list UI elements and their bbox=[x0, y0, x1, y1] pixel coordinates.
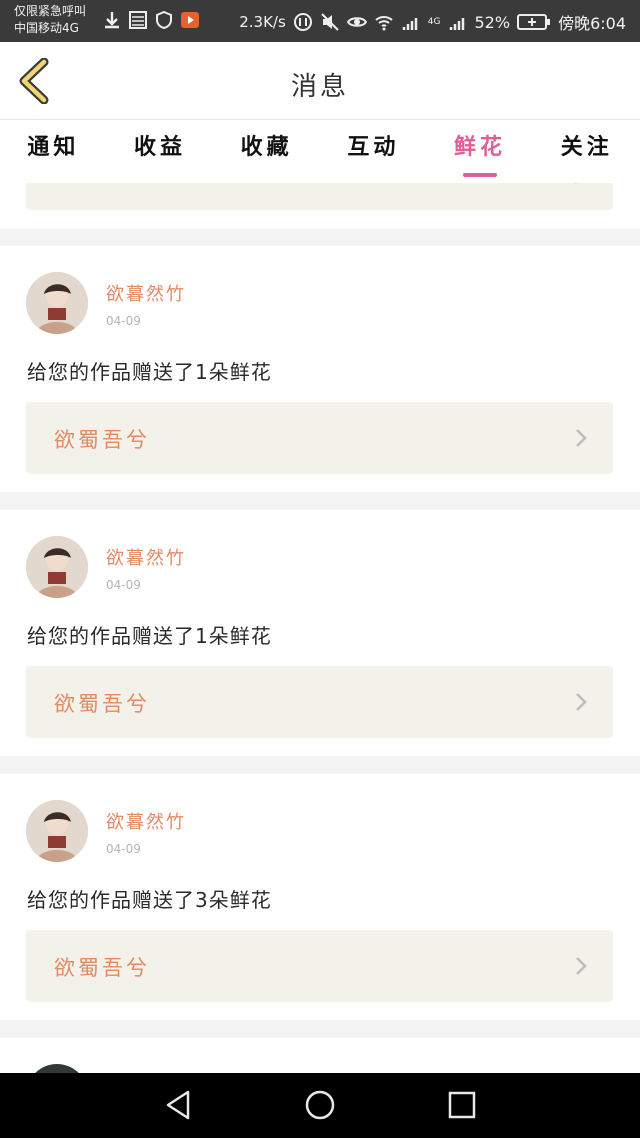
storage-icon bbox=[129, 11, 147, 29]
tab-favorites[interactable]: 收藏 bbox=[213, 121, 320, 183]
network-type: 4G bbox=[427, 17, 441, 27]
chevron-right-icon bbox=[576, 429, 587, 447]
message-text: 给您的作品赠送了1朵鲜花 bbox=[27, 360, 272, 384]
signal-icon bbox=[402, 18, 418, 30]
work-title: 欲蜀吾兮 bbox=[54, 956, 150, 980]
tab-label: 关注 bbox=[560, 135, 613, 160]
avatar[interactable] bbox=[26, 1064, 88, 1073]
tab-label: 互动 bbox=[347, 135, 400, 160]
carrier-info: 仅限紧急呼叫 中国移动4G bbox=[14, 3, 86, 37]
eye-icon bbox=[346, 17, 367, 27]
tab-following[interactable]: 关注 bbox=[533, 121, 640, 183]
battery-icon bbox=[517, 14, 551, 30]
work-title: 欲蜀吾兮 bbox=[54, 428, 150, 452]
list-item: 欲暮然竹 04-09 给您的作品赠送了1朵鲜花 欲蜀吾兮 bbox=[0, 246, 640, 492]
tab-earnings[interactable]: 收益 bbox=[107, 121, 214, 183]
chevron-right-icon bbox=[575, 183, 577, 184]
list-item: 欲暮然竹 04-09 给您的作品赠送了3朵鲜花 欲蜀吾兮 bbox=[0, 774, 640, 1020]
list-item: 欲暮然竹 04-09 给您的作品赠送了1朵鲜花 欲蜀吾兮 bbox=[0, 510, 640, 756]
wifi-icon bbox=[375, 16, 393, 31]
avatar[interactable] bbox=[26, 800, 88, 862]
tab-label: 收藏 bbox=[240, 135, 293, 160]
sender-name[interactable]: 欲暮然竹 bbox=[106, 280, 186, 306]
tab-interaction[interactable]: 互动 bbox=[320, 121, 427, 183]
avatar-image bbox=[26, 536, 88, 598]
shield-icon bbox=[156, 10, 172, 30]
work-card[interactable]: 欲蜀吾兮 bbox=[26, 930, 613, 1002]
message-date: 04-09 bbox=[106, 578, 141, 592]
nfc-icon bbox=[293, 13, 312, 31]
tab-label: 鲜花 bbox=[454, 135, 507, 160]
system-nav-bar bbox=[0, 1073, 640, 1138]
header: 消息 bbox=[0, 42, 640, 120]
message-text: 给您的作品赠送了3朵鲜花 bbox=[27, 888, 272, 912]
work-card[interactable]: 欲蜀吾兮 bbox=[26, 666, 613, 738]
chevron-right-icon bbox=[576, 693, 587, 711]
avatar-image bbox=[26, 272, 88, 334]
recent-apps-square-icon[interactable] bbox=[444, 1087, 480, 1123]
message-text: 给您的作品赠送了1朵鲜花 bbox=[27, 624, 272, 648]
work-title: 欲蜀吾兮 bbox=[54, 692, 150, 716]
carrier-line-1: 仅限紧急呼叫 bbox=[14, 4, 87, 18]
work-card-partial[interactable] bbox=[26, 183, 613, 210]
avatar[interactable] bbox=[26, 272, 88, 334]
signal-4g-icon bbox=[449, 18, 464, 30]
tab-label: 通知 bbox=[27, 135, 80, 160]
work-card[interactable]: 欲蜀吾兮 bbox=[26, 402, 613, 474]
status-bar: 仅限紧急呼叫 中国移动4G 2.3K/s 4G 52% 傍晚6:04 bbox=[0, 0, 640, 42]
download-icon bbox=[105, 12, 119, 29]
status-right: 2.3K/s 4G 52% 傍晚6:04 bbox=[239, 10, 626, 34]
battery-percent: 52% bbox=[474, 12, 511, 32]
list-item-partial bbox=[0, 1038, 640, 1073]
notification-icons bbox=[102, 10, 200, 30]
avatar-image bbox=[26, 800, 88, 862]
sender-name[interactable]: 欲暮然竹 bbox=[106, 808, 186, 834]
network-speed: 2.3K/s bbox=[239, 13, 286, 31]
page-title: 消息 bbox=[290, 72, 349, 102]
chevron-right-icon bbox=[576, 957, 587, 975]
video-app-icon bbox=[181, 12, 199, 28]
list-item-partial bbox=[0, 183, 640, 229]
mute-icon bbox=[321, 13, 339, 31]
tab-notification[interactable]: 通知 bbox=[0, 121, 107, 183]
clock: 傍晚6:04 bbox=[558, 14, 626, 33]
message-date: 04-09 bbox=[106, 314, 141, 328]
tab-label: 收益 bbox=[134, 135, 187, 160]
back-triangle-icon[interactable] bbox=[160, 1087, 196, 1123]
avatar[interactable] bbox=[26, 536, 88, 598]
carrier-line-2: 中国移动4G bbox=[14, 21, 79, 35]
tab-flowers[interactable]: 鲜花 bbox=[427, 121, 534, 183]
message-list[interactable]: 欲暮然竹 04-09 给您的作品赠送了1朵鲜花 欲蜀吾兮 欲暮然竹 04-09 … bbox=[0, 183, 640, 1073]
message-date: 04-09 bbox=[106, 842, 141, 856]
tab-bar: 通知 收益 收藏 互动 鲜花 关注 bbox=[0, 121, 640, 183]
home-circle-icon[interactable] bbox=[302, 1087, 338, 1123]
sender-name[interactable]: 欲暮然竹 bbox=[106, 544, 186, 570]
active-tab-indicator bbox=[463, 173, 498, 177]
